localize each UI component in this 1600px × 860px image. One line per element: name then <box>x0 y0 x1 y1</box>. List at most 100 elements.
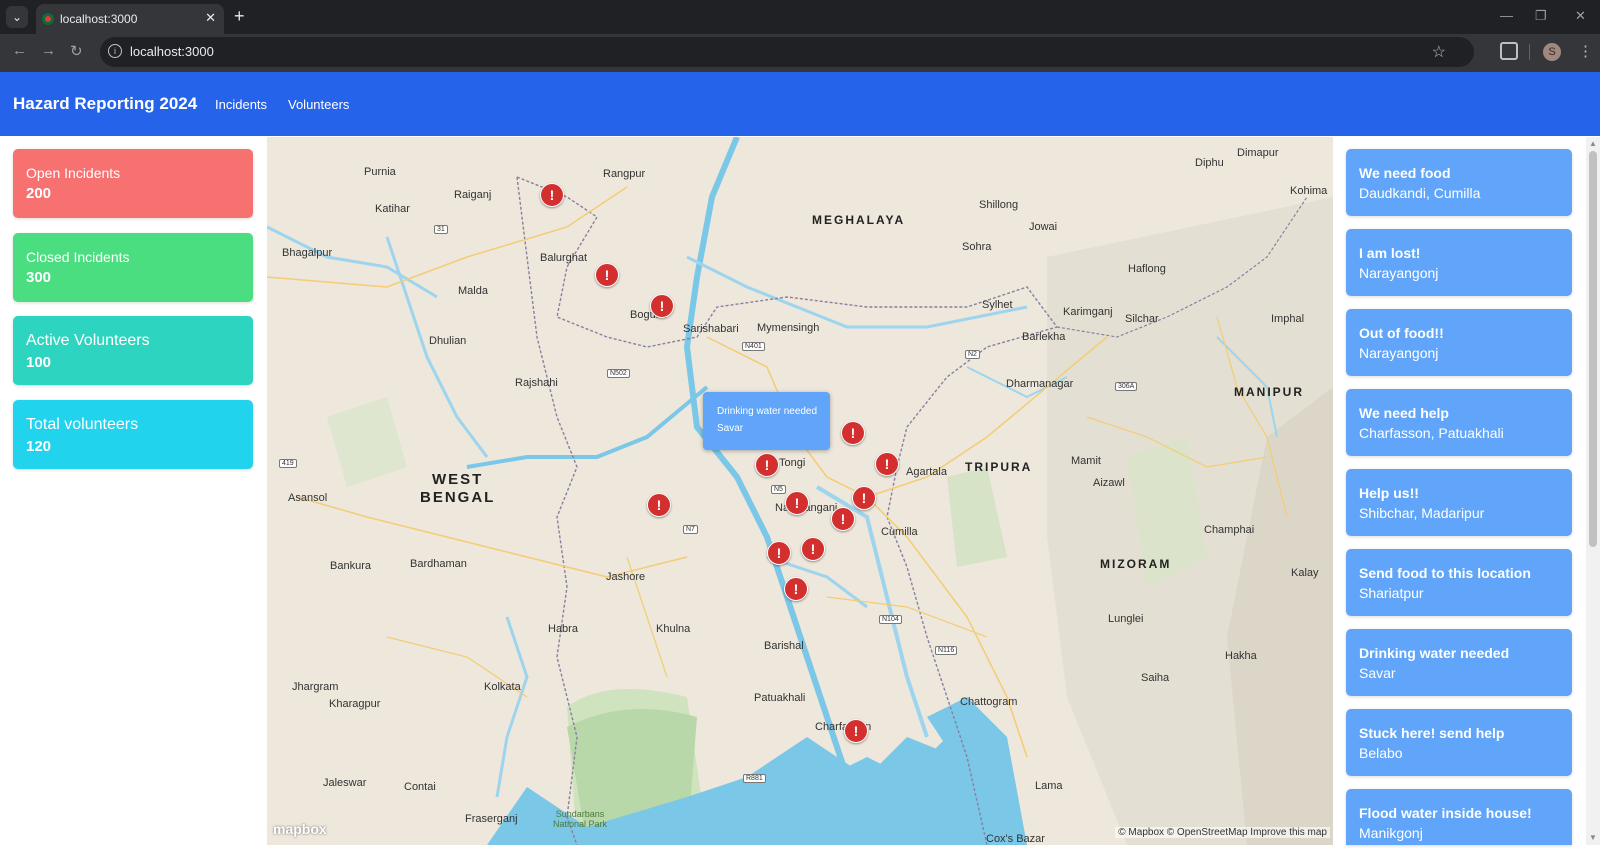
incident-marker[interactable]: ! <box>852 486 876 510</box>
scroll-down-icon[interactable]: ▼ <box>1589 833 1597 842</box>
restore-icon[interactable]: ❐ <box>1535 8 1547 24</box>
back-icon[interactable]: ← <box>12 42 27 59</box>
scroll-up-icon[interactable]: ▲ <box>1589 139 1597 148</box>
road-badge: 31 <box>434 225 448 234</box>
map-label-place: Agartala <box>906 466 947 478</box>
road-badge: N5 <box>771 485 786 494</box>
incident-card[interactable]: I am lost! Narayangonj <box>1346 229 1572 296</box>
incident-card[interactable]: Stuck here! send help Belabo <box>1346 709 1572 776</box>
map-label-place: Kalay <box>1291 567 1319 579</box>
tab-search-button[interactable]: ⌄ <box>6 6 28 28</box>
profile-avatar[interactable]: S <box>1543 43 1561 61</box>
reload-icon[interactable]: ↻ <box>70 42 83 60</box>
map-label-place: Barishal <box>764 640 804 652</box>
map-label-place: Mymensingh <box>757 322 820 334</box>
minimize-icon[interactable]: — <box>1500 8 1513 23</box>
incident-location: Manikgonj <box>1359 825 1423 841</box>
incident-title: Flood water inside house! <box>1359 805 1532 821</box>
incident-marker[interactable]: ! <box>767 541 791 565</box>
map-label-place: Dharmanagar <box>1006 378 1074 390</box>
window-close-icon[interactable]: ✕ <box>1575 8 1586 24</box>
stat-total-volunteers[interactable]: Total volunteers 120 <box>13 400 253 469</box>
new-tab-button[interactable]: + <box>234 6 245 26</box>
mapbox-logo[interactable]: mapbox <box>273 821 327 837</box>
stat-label: Active Volunteers <box>26 332 150 349</box>
incident-card[interactable]: Flood water inside house! Manikgonj <box>1346 789 1572 845</box>
map-label-place: Habra <box>548 623 578 635</box>
tab-title: localhost:3000 <box>60 12 138 26</box>
browser-tab-strip: ⌄ localhost:3000 ✕ + — ❐ ✕ <box>0 0 1600 34</box>
incident-card[interactable]: We need food Daudkandi, Cumilla <box>1346 149 1572 216</box>
incident-card[interactable]: Send food to this location Shariatpur <box>1346 549 1572 616</box>
incident-location: Shariatpur <box>1359 585 1424 601</box>
map-label-place: Aizawl <box>1093 477 1125 489</box>
nav-incidents[interactable]: Incidents <box>215 97 267 112</box>
map-label-place: Sylhet <box>982 299 1013 311</box>
map-label-place: Tongi <box>779 457 806 469</box>
incident-marker[interactable]: ! <box>595 263 619 287</box>
map-label-place: Rajshahi <box>515 377 558 389</box>
incident-location: Daudkandi, Cumilla <box>1359 185 1481 201</box>
road-badge: 419 <box>279 459 297 468</box>
map-label-place: Mamit <box>1071 455 1101 467</box>
road-badge: 306A <box>1115 382 1138 391</box>
incident-marker[interactable]: ! <box>844 719 868 743</box>
map-label-region: WEST BENGAL <box>420 471 496 506</box>
stat-active-volunteers[interactable]: Active Volunteers 100 <box>13 316 253 385</box>
incident-marker[interactable]: ! <box>540 183 564 207</box>
incident-marker[interactable]: ! <box>784 577 808 601</box>
bookmark-star-icon[interactable]: ☆ <box>1432 42 1446 62</box>
forward-icon[interactable]: → <box>41 42 56 59</box>
site-info-icon[interactable]: i <box>108 44 122 58</box>
road-badge: N2 <box>965 350 980 359</box>
incident-title: I am lost! <box>1359 245 1421 261</box>
browser-menu-icon[interactable]: ⋮ <box>1578 42 1593 60</box>
incident-marker[interactable]: ! <box>755 453 779 477</box>
incident-list-scrollbar[interactable]: ▲ ▼ <box>1586 137 1600 845</box>
browser-tab[interactable]: localhost:3000 ✕ <box>36 4 224 34</box>
incident-marker[interactable]: ! <box>831 507 855 531</box>
map-label-region: MIZORAM <box>1100 557 1172 571</box>
map-label-place: Cumilla <box>881 526 918 538</box>
incident-card[interactable]: Out of food!! Narayangonj <box>1346 309 1572 376</box>
incident-marker[interactable]: ! <box>875 452 899 476</box>
map-label-park: Sundarbans National Park <box>552 809 608 829</box>
map-label-place: Jhargram <box>292 681 339 693</box>
incident-marker[interactable]: ! <box>841 421 865 445</box>
map-label-place: Raiganj <box>454 189 492 201</box>
nav-volunteers[interactable]: Volunteers <box>288 97 349 112</box>
map-label-place: Saiha <box>1141 672 1170 684</box>
favicon-icon <box>42 13 54 25</box>
incident-location: Narayangonj <box>1359 265 1439 281</box>
incident-card[interactable]: We need help Charfasson, Patuakhali <box>1346 389 1572 456</box>
road-badge: R881 <box>743 774 766 783</box>
stat-open-incidents[interactable]: Open Incidents 200 <box>13 149 253 218</box>
map-label-place: Sarishabari <box>683 323 739 335</box>
scroll-thumb[interactable] <box>1589 151 1597 547</box>
map-popup[interactable]: Drinking water needed Savar <box>703 392 830 450</box>
map-label-place: Diphu <box>1195 157 1224 169</box>
map-label-place: Imphal <box>1271 313 1305 325</box>
address-bar[interactable]: i localhost:3000 ☆ <box>100 37 1474 67</box>
tab-close-icon[interactable]: ✕ <box>205 10 216 26</box>
incident-title: Stuck here! send help <box>1359 725 1505 741</box>
road-badge: N502 <box>607 369 630 378</box>
stat-closed-incidents[interactable]: Closed Incidents 300 <box>13 233 253 302</box>
incident-card[interactable]: Help us!! Shibchar, Madaripur <box>1346 469 1572 536</box>
app-header: Hazard Reporting 2024 Incidents Voluntee… <box>0 72 1600 136</box>
incident-marker[interactable]: ! <box>650 294 674 318</box>
map-label-place: Bhagalpur <box>282 247 333 259</box>
map-attribution[interactable]: © Mapbox © OpenStreetMap Improve this ma… <box>1115 827 1330 838</box>
extensions-icon[interactable] <box>1500 42 1518 60</box>
incident-location: Narayangonj <box>1359 345 1439 361</box>
incident-map[interactable]: MEGHALAYA WEST BENGAL TRIPURA MIZORAM MA… <box>267 137 1333 845</box>
incident-marker[interactable]: ! <box>647 493 671 517</box>
incident-marker[interactable]: ! <box>801 537 825 561</box>
incident-location: Belabo <box>1359 745 1403 761</box>
map-label-place: Balurghat <box>540 252 588 264</box>
incident-marker[interactable]: ! <box>785 491 809 515</box>
url-text[interactable]: localhost:3000 <box>130 44 214 59</box>
app-title[interactable]: Hazard Reporting 2024 <box>13 94 197 114</box>
map-label-place: Haflong <box>1128 263 1166 275</box>
incident-card[interactable]: Drinking water needed Savar <box>1346 629 1572 696</box>
